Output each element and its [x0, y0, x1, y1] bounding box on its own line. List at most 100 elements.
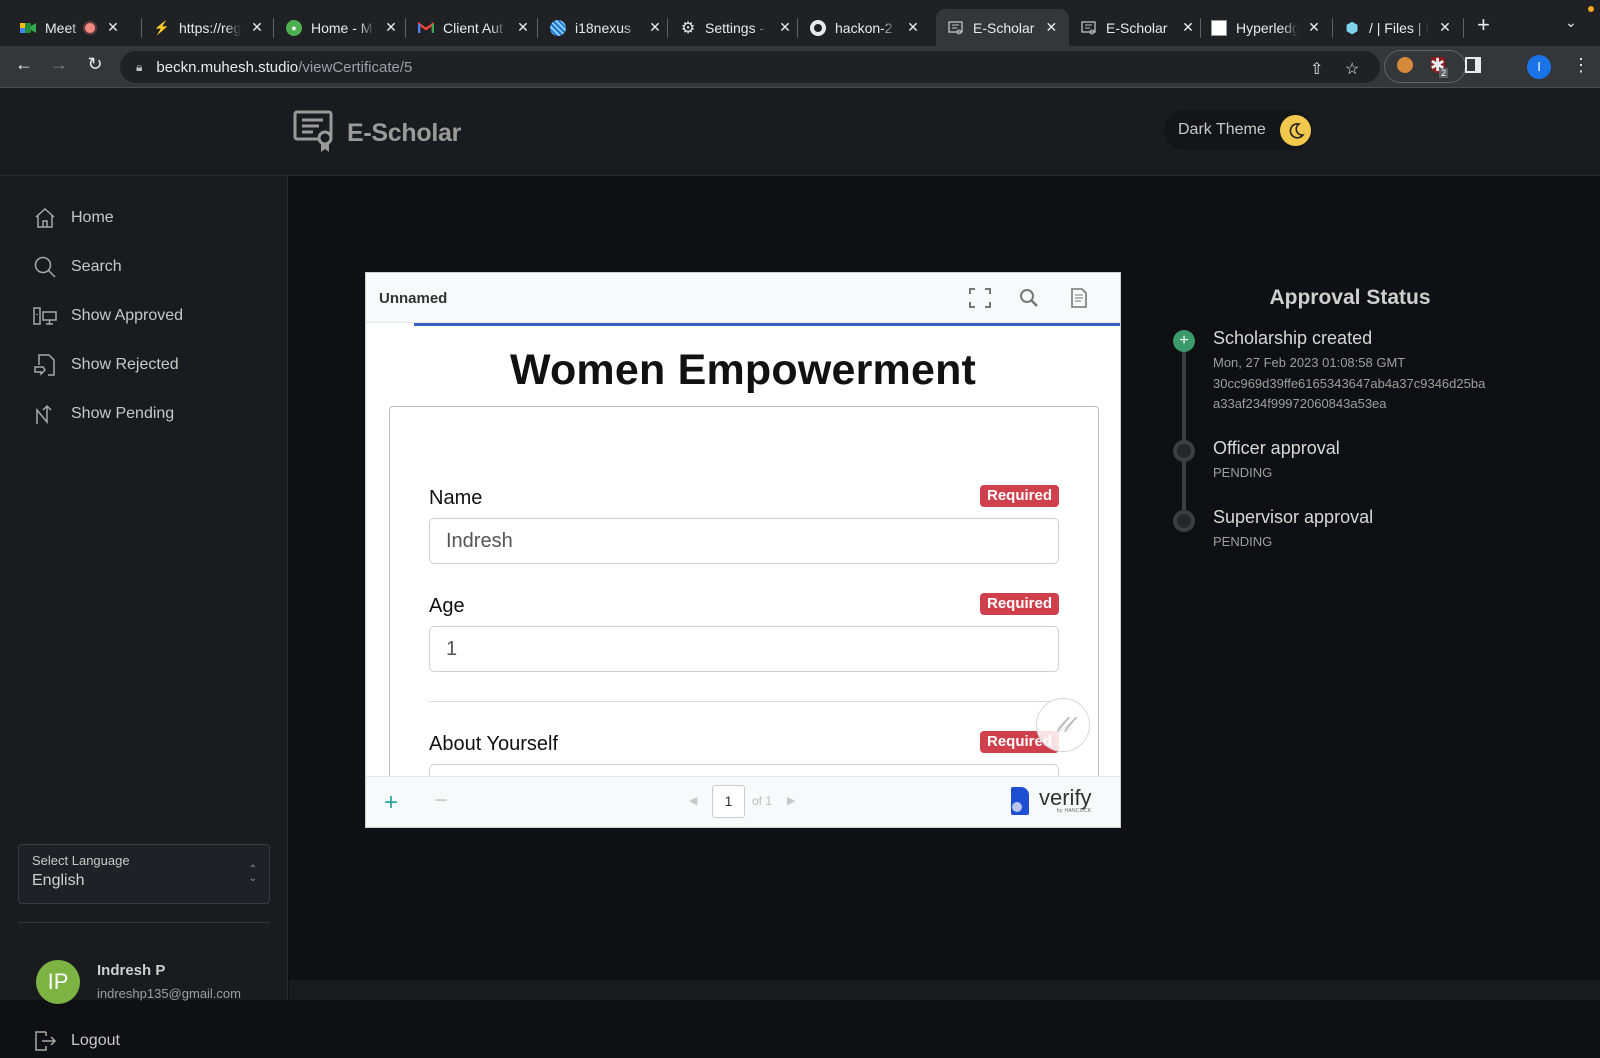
user-avatar[interactable]: IP	[36, 960, 80, 1004]
search-icon[interactable]	[1018, 287, 1040, 309]
more-menu-icon[interactable]: ⋮	[1572, 55, 1590, 76]
step-pending-icon	[1173, 510, 1195, 532]
browser-tab[interactable]: hackon-2 ✕	[790, 9, 931, 46]
sidebar-divider	[18, 922, 270, 923]
certificate-icon	[1081, 20, 1097, 36]
zoom-out-button[interactable]: −	[434, 787, 448, 815]
close-tab-icon[interactable]: ✕	[249, 19, 265, 36]
bookmark-star-icon[interactable]: ☆	[1345, 59, 1359, 79]
sidebar-item-label: Search	[71, 258, 122, 275]
close-tab-icon[interactable]: ✕	[105, 19, 121, 36]
timeline-line	[1182, 340, 1186, 520]
browser-tab[interactable]: ⬢ / | Files | I ✕	[1326, 9, 1463, 46]
close-tab-icon[interactable]: ✕	[905, 19, 921, 36]
document-page: Women Empowerment Name Required Indresh …	[366, 326, 1120, 776]
address-bar[interactable]: 🔒︎ beckn.muhesh.studio/viewCertificate/5…	[120, 51, 1380, 83]
tab-separator	[1463, 18, 1464, 38]
close-tab-icon[interactable]: ✕	[383, 19, 399, 36]
app-name: E-Scholar	[347, 119, 461, 147]
profile-avatar[interactable]: I	[1527, 55, 1551, 79]
browser-tab[interactable]: Meet ✕	[0, 9, 131, 46]
tab-title: https://reg	[179, 19, 241, 36]
side-panel-icon[interactable]	[1465, 57, 1481, 73]
next-page-icon[interactable]: ▶	[787, 794, 795, 807]
sidebar-item-show-approved[interactable]: Show Approved	[33, 304, 183, 328]
browser-tab[interactable]: Hyperledg ✕	[1193, 9, 1332, 46]
field-separator	[429, 701, 1059, 702]
close-tab-icon[interactable]: ✕	[1044, 19, 1059, 36]
tab-search-chevron-icon[interactable]: ⌄	[1565, 14, 1577, 31]
sidebar-item-home[interactable]: Home	[33, 206, 114, 230]
close-tab-icon[interactable]: ✕	[1306, 19, 1322, 36]
search-icon	[33, 255, 57, 279]
tab-title: E-Scholar	[973, 19, 1035, 36]
tab-title: E-Scholar	[1106, 19, 1168, 36]
zoom-in-button[interactable]: +	[384, 789, 398, 817]
footer-strip	[289, 980, 1600, 1000]
form-container: Name Required Indresh Age Required 1 Abo…	[389, 406, 1099, 776]
field-label-about: About Yourself	[429, 733, 558, 755]
browser-tab-active[interactable]: E-Scholar ✕	[936, 9, 1069, 46]
tab-title: Client Aut	[443, 19, 503, 36]
forward-arrow-icon[interactable]: →	[47, 54, 71, 75]
page-number-input[interactable]: 1	[712, 785, 745, 818]
app: E-Scholar Dark Theme Home Search Show Ap…	[0, 88, 1600, 1051]
reload-icon[interactable]: ↻	[83, 54, 107, 75]
language-select-value: English	[32, 872, 85, 889]
lock-icon: 🔒︎	[136, 59, 143, 74]
step-pending-icon	[1173, 440, 1195, 462]
browser-tab[interactable]: ● Home - M ✕	[266, 9, 409, 46]
viewer-footer: + − ◀ 1 of 1 ▶ verify by HANCOCK	[366, 776, 1120, 827]
sidebar-item-show-rejected[interactable]: Show Rejected	[33, 353, 179, 377]
verify-mark-icon	[1011, 787, 1029, 815]
name-field[interactable]: Indresh	[429, 518, 1059, 564]
logout-button[interactable]: Logout	[33, 1029, 120, 1053]
sidebar-item-search[interactable]: Search	[33, 255, 122, 279]
age-field[interactable]: 1	[429, 626, 1059, 672]
step-done-icon: +	[1173, 330, 1195, 352]
sidebar-item-show-pending[interactable]: Show Pending	[33, 402, 174, 426]
share-icon[interactable]: ⇧	[1310, 59, 1323, 79]
sidebar: Home Search Show Approved Show Rejected …	[0, 176, 288, 1051]
url-path: /viewCertificate/5	[298, 58, 413, 76]
fullscreen-icon[interactable]	[969, 287, 991, 309]
page-total: of 1	[752, 794, 773, 808]
document-info-icon[interactable]	[1068, 287, 1090, 309]
moon-icon	[1280, 115, 1311, 146]
approval-status-title: Approval Status	[1269, 286, 1431, 309]
extension-icon[interactable]	[1397, 57, 1413, 73]
document-viewer: Unnamed Women Empowerment Name Required …	[365, 272, 1121, 828]
browser-tab[interactable]: ⚙ Settings - ✕	[660, 9, 803, 46]
document-thumbs-down-icon	[33, 353, 57, 377]
step-title: Supervisor approval	[1213, 507, 1374, 527]
tab-title: Hyperledg	[1236, 19, 1298, 36]
browser-tab[interactable]: ⚡ https://reg ✕	[134, 9, 275, 46]
trending-arrow-icon	[33, 402, 57, 426]
i18nexus-icon	[550, 19, 566, 36]
browser-tab[interactable]: i18nexus ✕	[530, 9, 673, 46]
user-email: indreshp135@gmail.com	[97, 986, 241, 1001]
app-logo[interactable]: E-Scholar	[293, 110, 461, 157]
field-label-name: Name	[429, 487, 483, 509]
certificate-icon	[948, 20, 964, 36]
previous-page-icon[interactable]: ◀	[689, 794, 697, 807]
dark-theme-toggle[interactable]: Dark Theme	[1164, 110, 1312, 150]
puzzle-extensions-icon[interactable]: ✱	[1430, 55, 1445, 76]
language-select-label: Select Language	[32, 853, 130, 868]
step-status: PENDING	[1213, 465, 1273, 480]
sidebar-item-label: Home	[71, 209, 114, 226]
signature-icon: 𝓁𝓁	[1055, 712, 1071, 738]
browser-tab[interactable]: E-Scholar ✕	[1069, 9, 1206, 46]
close-tab-icon[interactable]: ✕	[1437, 19, 1453, 36]
new-tab-button[interactable]: +	[1477, 12, 1490, 38]
tab-title: hackon-2	[835, 19, 893, 36]
document-name: Unnamed	[379, 290, 448, 307]
browser-tab[interactable]: Client Aut ✕	[398, 9, 541, 46]
about-yourself-field[interactable]	[429, 764, 1059, 776]
certificate-logo-icon	[293, 110, 333, 157]
close-tab-icon[interactable]: ✕	[515, 19, 531, 36]
extensions-group: 2	[1384, 50, 1466, 83]
back-arrow-icon[interactable]: ←	[12, 54, 36, 75]
signature-button[interactable]: 𝓁𝓁	[1036, 698, 1090, 752]
language-select[interactable]: Select Language English ⌃ ⌄	[18, 844, 270, 904]
